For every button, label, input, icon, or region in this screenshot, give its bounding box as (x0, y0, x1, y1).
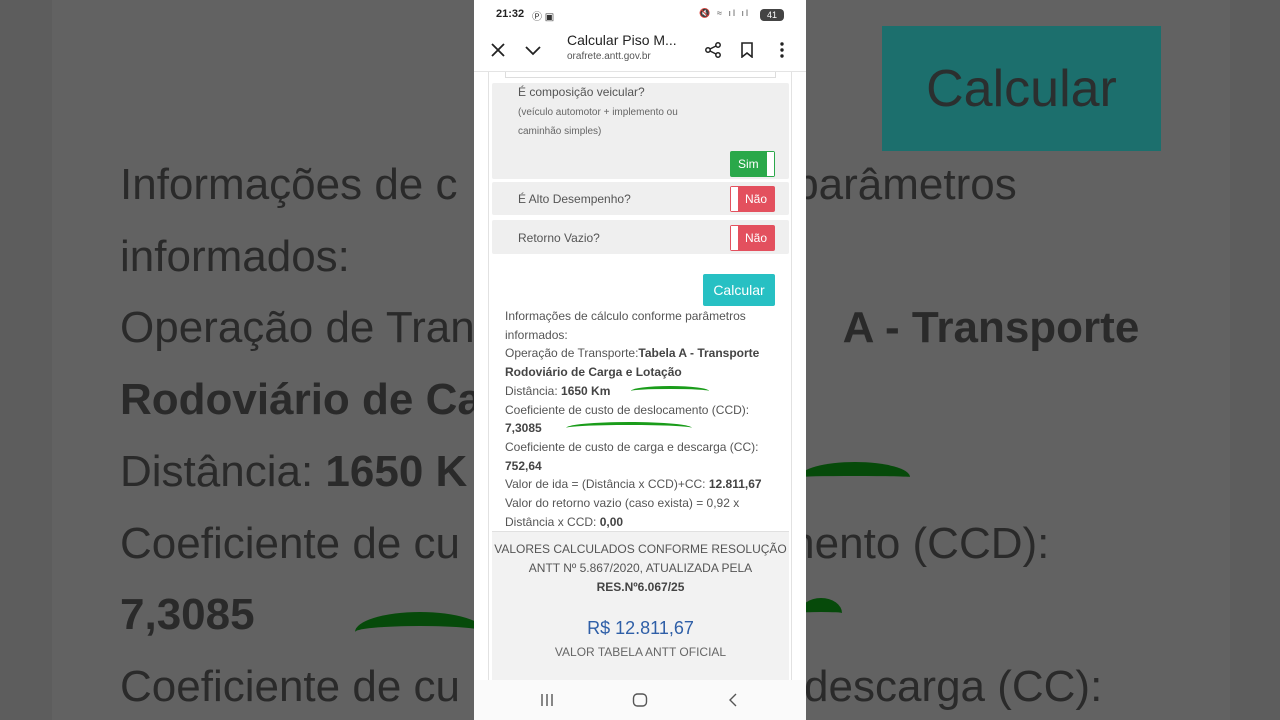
retorno-vazio-toggle[interactable]: Não (730, 225, 775, 251)
background-highlight-stroke (800, 598, 842, 628)
retorno-vazio-card: Retorno Vazio? Não (492, 220, 789, 254)
result-caption: VALOR TABELA ANTT OFICIAL (554, 645, 727, 659)
result-panel: VALORES CALCULADOS CONFORME RESOLUÇÃO AN… (492, 531, 789, 680)
browser-toolbar: Calcular Piso M... orafrete.antt.gov.br (474, 28, 806, 72)
notification-icons: Ⓟ ▣ (532, 12, 555, 23)
navigation-bar (474, 680, 806, 720)
bookmark-icon[interactable] (733, 36, 761, 64)
page-url[interactable]: orafrete.antt.gov.br (567, 51, 651, 62)
composicao-hint: (veículo automotor + implemento ou camin… (518, 107, 678, 137)
home-icon[interactable] (627, 688, 653, 712)
calculate-button[interactable]: Calcular (703, 274, 775, 306)
ida-line: Valor de ida = (Distância x CCD)+CC: 12.… (505, 477, 762, 492)
web-page: É composição veicular? (veículo automoto… (474, 72, 806, 680)
info-heading: Informações de cálculo conforme parâmetr… (505, 309, 746, 323)
alto-desempenho-question: É Alto Desempenho? (518, 192, 631, 206)
toggle-label: Não (745, 231, 768, 245)
toggle-knob (767, 152, 774, 176)
cc-value: 752,64 (505, 458, 542, 473)
highlight-mark (566, 422, 692, 434)
background-line: Distância: 1650 K (120, 447, 468, 496)
toggle-knob (731, 187, 738, 211)
more-vert-icon[interactable] (768, 36, 796, 64)
operation-line-cont: Rodoviário de Carga e Lotação (505, 365, 682, 380)
previous-field (505, 72, 776, 78)
phone-screen: 21:32 Ⓟ ▣ 🔇 ≈ ıl ıl 41 Calcular Piso M..… (474, 0, 806, 720)
page-title: Calcular Piso M... (567, 32, 677, 48)
status-bar: 21:32 Ⓟ ▣ 🔇 ≈ ıl ıl 41 (474, 0, 806, 28)
status-time: 21:32 (496, 8, 525, 20)
background-highlight-stroke (355, 612, 485, 652)
share-icon[interactable] (699, 36, 727, 64)
background-calculate-button: Calcular (882, 26, 1161, 151)
result-value: R$ 12.811,67 (587, 618, 694, 638)
background-line: 7,3085 (120, 590, 255, 639)
recents-icon[interactable] (534, 688, 560, 712)
background-highlight-stroke (800, 462, 910, 492)
close-icon[interactable] (484, 36, 512, 64)
retorno-line: Valor do retorno vazio (caso exista) = 0… (505, 496, 740, 511)
composicao-question: É composição veicular? (518, 85, 645, 99)
composicao-toggle[interactable]: Sim (730, 151, 775, 177)
alto-desempenho-toggle[interactable]: Não (730, 186, 775, 212)
signal-icons: 🔇 ≈ ıl ıl (699, 8, 750, 18)
result-text: ANTT Nº 5.867/2020, ATUALIZADA PELA (528, 561, 753, 575)
battery-icon: 41 (760, 9, 784, 21)
operation-line: Operação de Transporte:Tabela A - Transp… (505, 346, 760, 361)
back-icon[interactable] (720, 688, 746, 712)
toggle-label: Sim (738, 157, 759, 171)
highlight-mark (631, 386, 709, 396)
cc-label: Coeficiente de custo de carga e descarga… (505, 439, 759, 454)
toggle-label: Não (745, 192, 768, 206)
page-border (488, 72, 489, 680)
retorno-vazio-question: Retorno Vazio? (518, 231, 600, 245)
background-line: informados: (120, 232, 350, 281)
result-text: VALORES CALCULADOS CONFORME RESOLUÇÃO (494, 542, 787, 556)
alto-desempenho-card: É Alto Desempenho? Não (492, 182, 789, 215)
info-heading: informados: (505, 327, 568, 342)
chevron-down-icon[interactable] (519, 36, 547, 64)
result-text: RES.Nº6.067/25 (596, 580, 685, 594)
calculation-info: Informações de cálculo conforme parâmetr… (505, 307, 775, 531)
toggle-knob (731, 226, 738, 250)
background-line: Rodoviário de Ca (120, 375, 482, 424)
retorno-line-cont: Distância x CCD: 0,00 (505, 514, 624, 529)
ccd-label: Coeficiente de custo de deslocamento (CC… (505, 402, 750, 417)
composicao-card: É composição veicular? (veículo automoto… (492, 83, 789, 179)
page-border (791, 72, 792, 680)
